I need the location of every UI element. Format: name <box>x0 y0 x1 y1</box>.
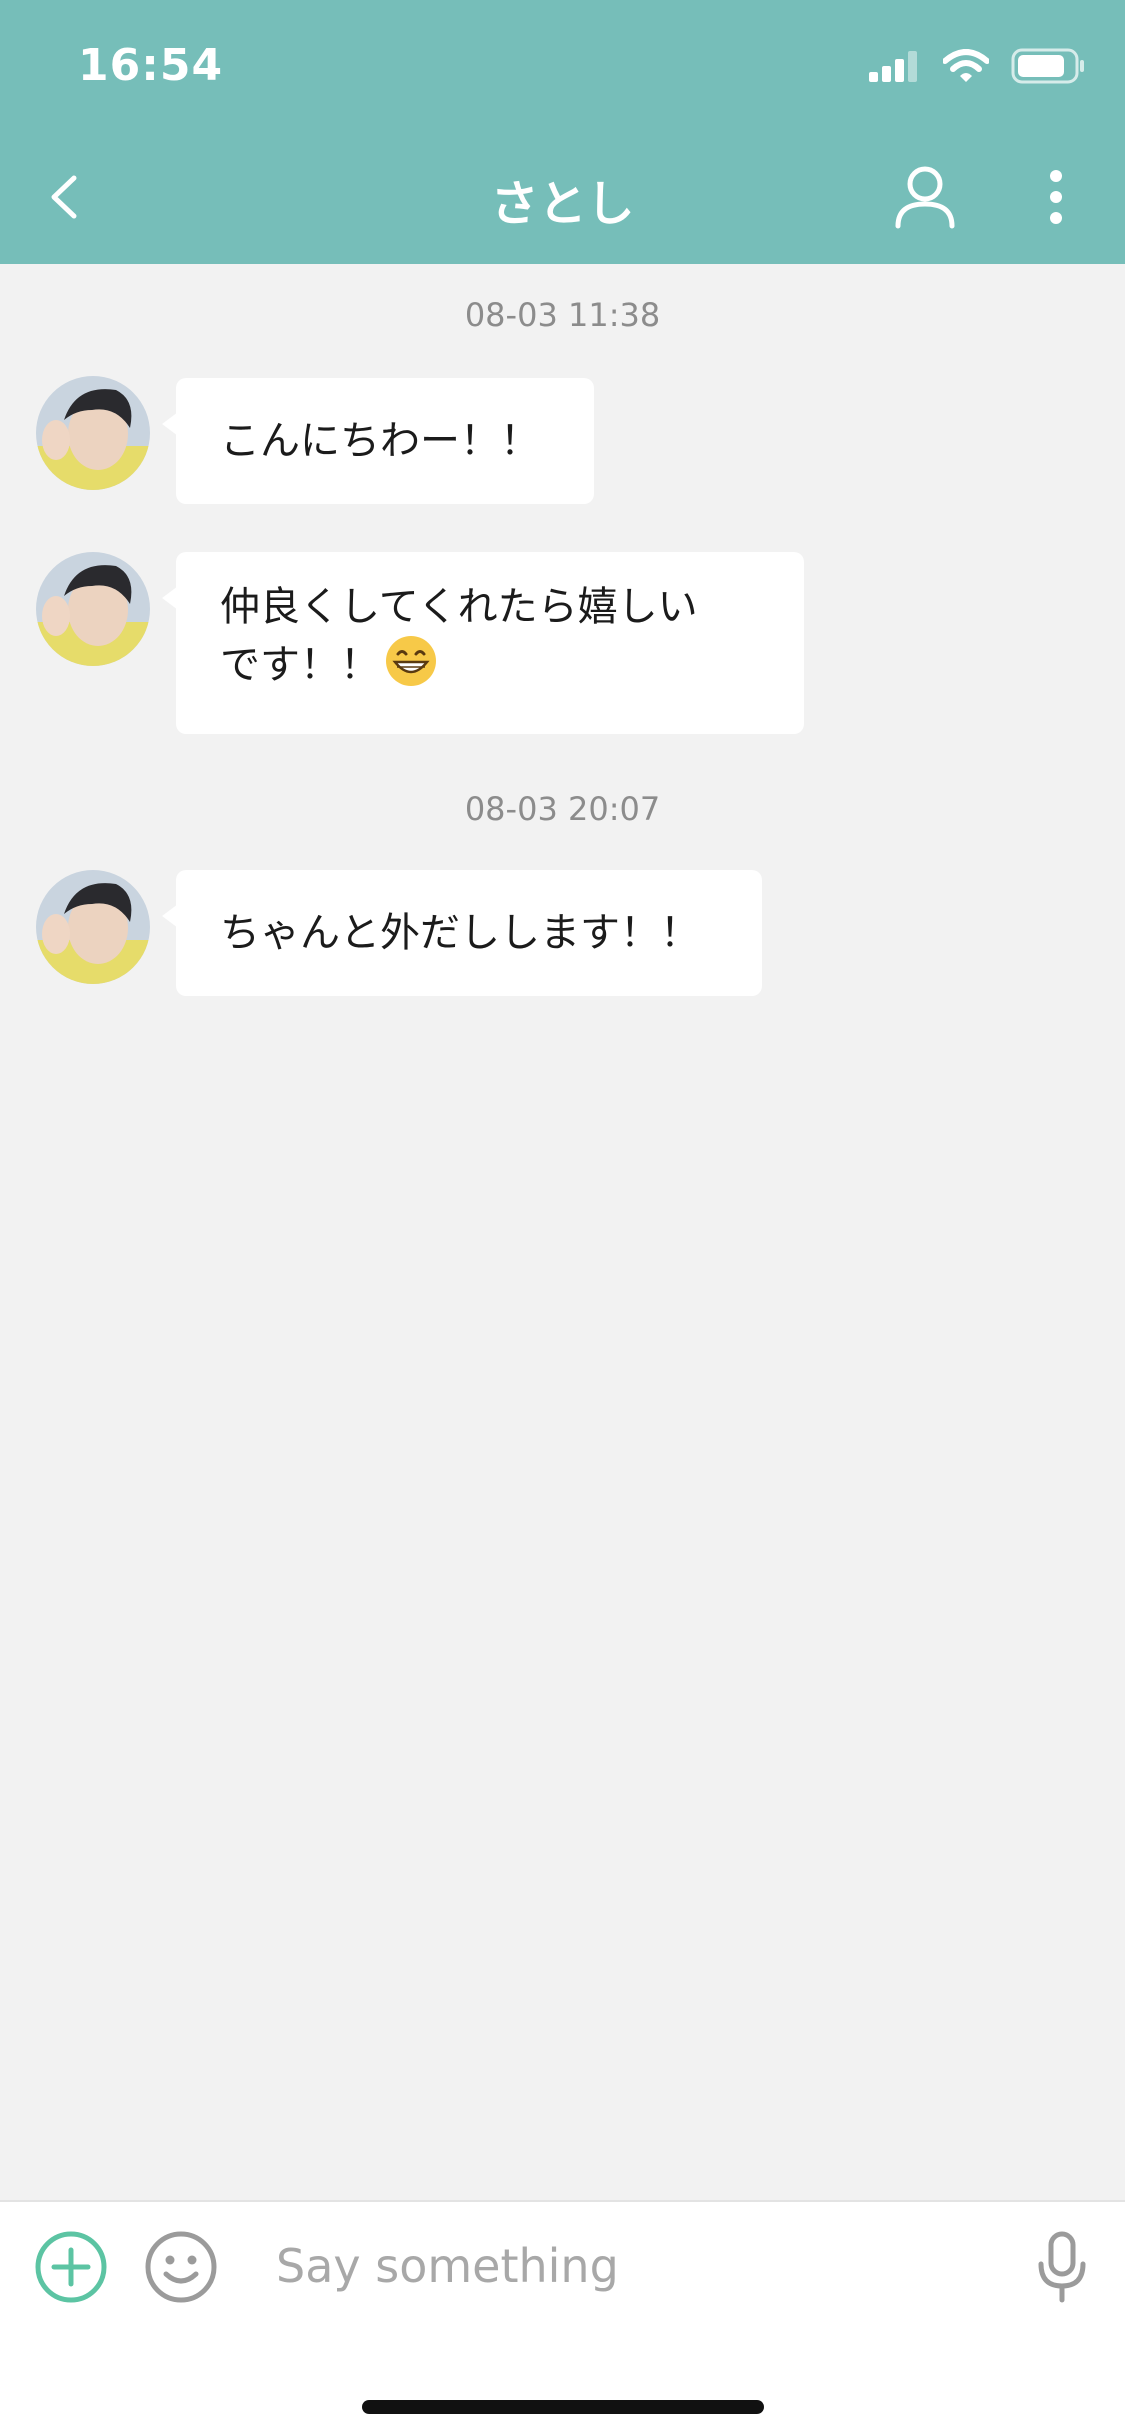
message-list[interactable]: 08-03 11:38 こんにちわー！！ 仲良くしてくれたら嬉しい です！！ 0… <box>0 264 1125 2200</box>
emoji-button[interactable] <box>144 2230 218 2304</box>
message-timestamp: 08-03 11:38 <box>464 296 661 334</box>
home-indicator <box>362 2400 764 2414</box>
message-timestamp: 08-03 20:07 <box>464 790 661 828</box>
chat-header: 16:54 さとし <box>0 0 1125 264</box>
message-text: 仲良くしてくれたら嬉しい <box>220 584 698 630</box>
message-text: です！！ <box>220 642 380 688</box>
message-input-bar <box>0 2200 1125 2436</box>
contact-avatar[interactable] <box>36 870 150 984</box>
status-time: 16:54 <box>78 40 224 91</box>
plus-circle-icon <box>35 2231 107 2303</box>
profile-button[interactable] <box>890 160 960 234</box>
more-options-button[interactable] <box>1034 160 1078 234</box>
vertical-dots-icon <box>1050 170 1062 224</box>
add-attachment-button[interactable] <box>34 2230 108 2304</box>
status-icons <box>869 48 1085 84</box>
message-bubble[interactable]: ちゃんと外だしします！！ <box>162 870 762 996</box>
wifi-icon <box>943 49 989 82</box>
contact-avatar[interactable] <box>36 552 150 666</box>
microphone-icon <box>1038 2231 1086 2303</box>
message-text: ちゃんと外だしします！！ <box>220 910 700 956</box>
battery-icon <box>1011 48 1084 84</box>
person-icon <box>895 166 955 229</box>
message-bubble[interactable]: 仲良くしてくれたら嬉しい です！！ <box>162 552 804 734</box>
contact-avatar[interactable] <box>36 376 150 490</box>
smiley-icon <box>145 2231 217 2303</box>
message-input[interactable] <box>276 2226 976 2306</box>
grinning-face-emoji <box>386 636 436 686</box>
voice-input-button[interactable] <box>1034 2228 1090 2308</box>
cellular-signal-icon <box>869 51 917 82</box>
message-text: こんにちわー！！ <box>220 418 540 464</box>
message-bubble[interactable]: こんにちわー！！ <box>162 378 594 504</box>
